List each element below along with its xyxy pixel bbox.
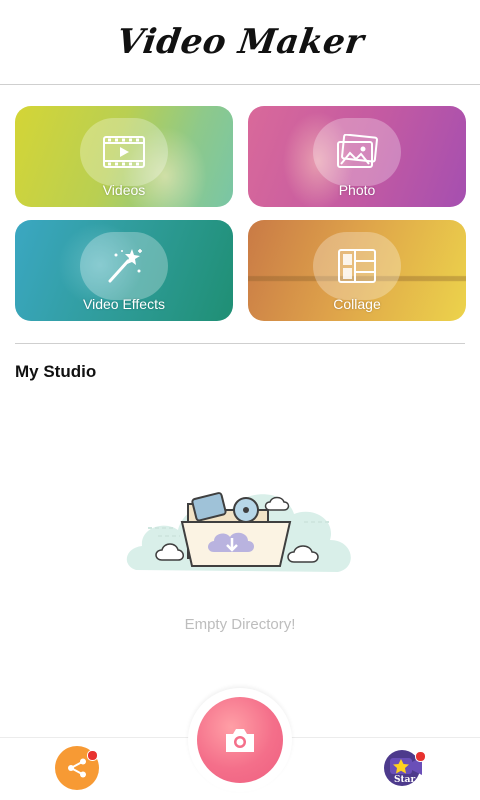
collage-tile-label: Collage: [333, 296, 381, 312]
collage-grid-icon: [313, 232, 401, 300]
share-notification-dot: [87, 750, 98, 761]
photo-tile[interactable]: Photo: [248, 106, 466, 207]
video-effects-tile-label: Video Effects: [83, 296, 165, 312]
photo-tile-label: Photo: [338, 182, 376, 198]
videos-tile-label: Videos: [102, 182, 146, 198]
photo-gallery-icon: [313, 118, 401, 186]
star-label: Star: [394, 775, 416, 785]
share-icon: [68, 758, 86, 778]
videos-tile[interactable]: Videos: [15, 106, 233, 207]
star-notification-dot: [415, 751, 426, 762]
app-header: Video Maker: [0, 0, 480, 85]
video-effects-tile[interactable]: Video Effects: [15, 220, 233, 321]
share-button[interactable]: [55, 746, 99, 790]
section-divider: [15, 343, 465, 344]
empty-directory-message: Empty Directory!: [184, 616, 296, 633]
camera-icon: [226, 729, 254, 752]
collage-tile[interactable]: Collage: [248, 220, 466, 321]
empty-folder-cloud-icon: [118, 470, 362, 590]
app-title: Video Maker: [113, 22, 367, 62]
video-film-icon: [80, 118, 168, 186]
my-studio-heading: My Studio: [15, 362, 97, 381]
star-button[interactable]: Star: [382, 748, 428, 788]
app-root: Video Maker Videos Photo Video Effects C…: [0, 0, 480, 800]
magic-wand-icon: [80, 232, 168, 300]
camera-button[interactable]: [197, 697, 283, 783]
